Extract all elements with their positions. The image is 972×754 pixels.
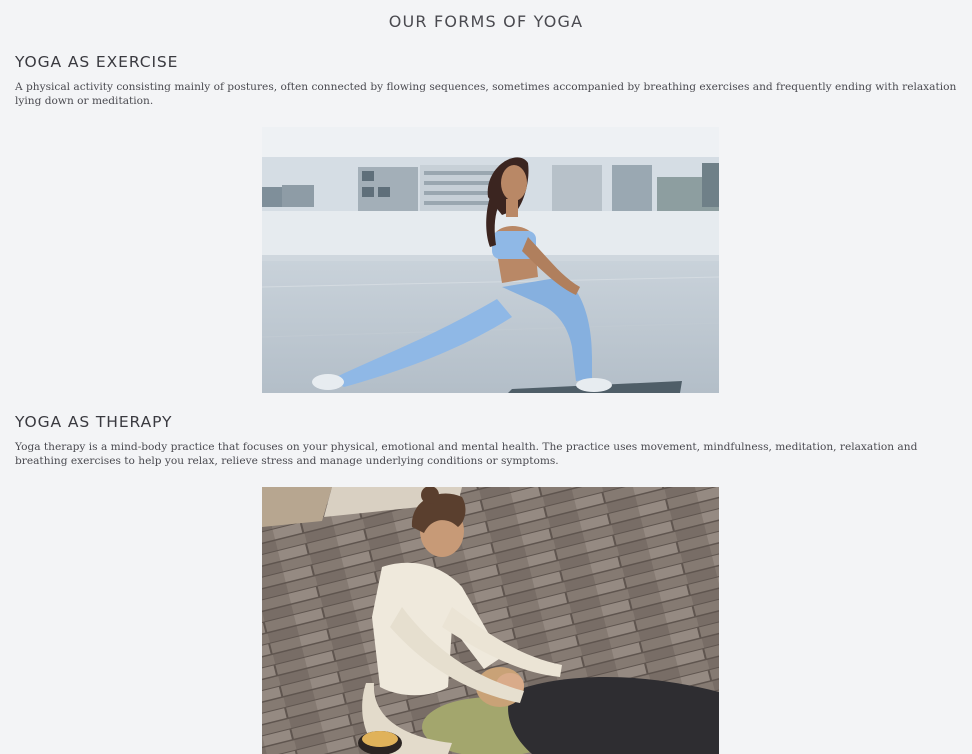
section-heading-therapy: YOGA AS THERAPY bbox=[15, 413, 173, 431]
section-heading-exercise: YOGA AS EXERCISE bbox=[15, 53, 179, 71]
yoga-exercise-photo bbox=[262, 127, 719, 393]
section-text-exercise: A physical activity consisting mainly of… bbox=[15, 81, 957, 107]
page-title: OUR FORMS OF YOGA bbox=[388, 12, 584, 31]
section-text-therapy: Yoga therapy is a mind-body practice tha… bbox=[15, 441, 918, 467]
yoga-therapy-photo bbox=[262, 487, 719, 754]
